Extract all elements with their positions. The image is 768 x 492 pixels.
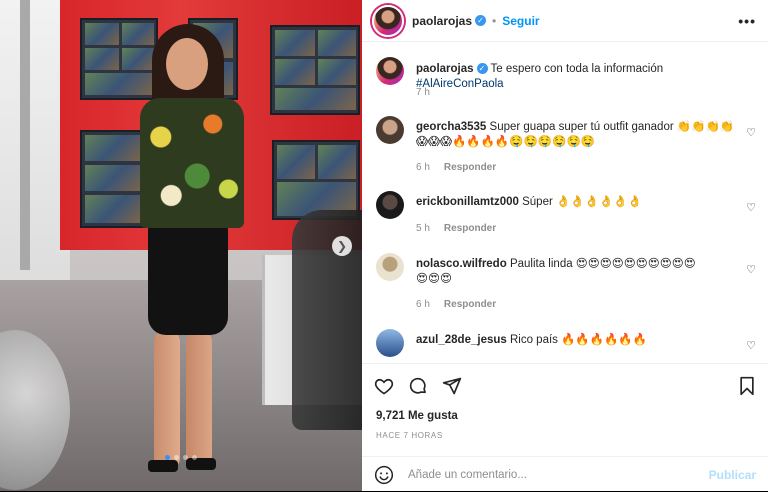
comment-row: nolasco.wilfredo Paulita linda 😍😍😍😍😍😍😍😍😍… [372, 253, 762, 315]
studio-column [20, 0, 30, 270]
comment-text-continued: 😍😍😍 [416, 273, 452, 285]
carousel-dots [0, 455, 362, 460]
author-avatar[interactable] [376, 57, 404, 85]
post-side-panel: paolarojas ✓ • Seguir ••• paolarojas ✓ Te… [362, 0, 768, 491]
reply-button[interactable]: Responder [444, 223, 496, 234]
carousel-dot [183, 455, 188, 460]
commenter-username[interactable]: georcha3535 [416, 121, 486, 133]
follow-button[interactable]: Seguir [502, 14, 539, 28]
comment-text: Súper 👌👌👌👌👌👌 [522, 196, 642, 208]
comment-like-heart-icon[interactable]: ♡ [746, 263, 756, 276]
smiley-icon[interactable] [374, 465, 394, 485]
commenter-username[interactable]: azul_28de_jesus [416, 334, 507, 346]
commenter-avatar[interactable] [376, 116, 404, 144]
comment-bubble-icon[interactable] [408, 376, 428, 396]
comment-like-heart-icon[interactable]: ♡ [746, 201, 756, 214]
heart-outline-icon[interactable] [374, 376, 394, 396]
commenter-username[interactable]: erickbonillamtz000 [416, 196, 519, 208]
carousel-dot [174, 455, 179, 460]
presenter-figure [130, 20, 250, 475]
publish-button[interactable]: Publicar [709, 468, 756, 482]
comment-time: 6 h [416, 162, 430, 173]
send-paper-plane-icon[interactable] [442, 376, 462, 396]
comment-time: 6 h [416, 299, 430, 310]
verified-badge-icon: ✓ [476, 63, 488, 75]
post-header: paolarojas ✓ • Seguir ••• [362, 0, 768, 42]
verified-badge-icon: ✓ [475, 15, 487, 26]
separator-dot: • [492, 13, 497, 28]
more-options-icon[interactable]: ••• [738, 13, 756, 29]
comment-composer: Publicar [362, 456, 768, 492]
caption-username[interactable]: paolarojas [416, 63, 474, 75]
author-avatar[interactable] [372, 4, 404, 37]
comment-time: 5 h [416, 223, 430, 234]
comment-text: Paulita linda 😍😍😍😍😍😍😍😍😍😍 [509, 258, 696, 270]
commenter-username[interactable]: nolasco.wilfredo [416, 258, 507, 270]
commenter-avatar[interactable] [376, 329, 404, 357]
chevron-right-icon: ❯ [336, 239, 348, 253]
post-actions: 9,721 Me gusta HACE 7 HORAS Publicar [362, 363, 768, 484]
comment-row: erickbonillamtz000 Súper 👌👌👌👌👌👌 5 h Resp… [372, 191, 762, 241]
comment-text: Super guapa super tú outfit ganador 👏👏👏👏 [489, 121, 735, 133]
comment-row: azul_28de_jesus Rico país 🔥🔥🔥🔥🔥🔥 ♡ [372, 329, 762, 363]
comment-text: Rico país 🔥🔥🔥🔥🔥🔥 [509, 334, 648, 346]
caption-row: paolarojas ✓ Te espero con toda la inform… [372, 57, 762, 107]
commenter-avatar[interactable] [376, 253, 404, 281]
studio-monitor [272, 140, 360, 220]
carousel-next-button[interactable]: ❯ [332, 236, 352, 256]
comment-row: georcha3535 Super guapa super tú outfit … [372, 116, 762, 178]
studio-monitor [270, 25, 360, 115]
comments-list[interactable]: paolarojas ✓ Te espero con toda la inform… [362, 43, 768, 363]
comment-text-continued: 😱😱😱🔥🔥🔥🔥🤤🤤🤤🤤🤤🤤 [416, 136, 596, 148]
instagram-post-modal: ❯ paolarojas ✓ • Seguir ••• paolarojas ✓ … [0, 0, 768, 491]
post-time-ago: HACE 7 HORAS [376, 431, 443, 440]
reply-button[interactable]: Responder [444, 162, 496, 173]
post-photo[interactable]: ❯ [0, 0, 362, 491]
caption-time: 7 h [416, 87, 430, 98]
carousel-dot [192, 455, 197, 460]
reply-button[interactable]: Responder [444, 299, 496, 310]
bookmark-icon[interactable] [738, 376, 756, 396]
likes-count[interactable]: 9,721 Me gusta [376, 410, 458, 422]
caption-text: Te espero con toda la información [490, 63, 664, 75]
carousel-dot [165, 455, 170, 460]
comment-input[interactable] [408, 468, 688, 481]
comment-like-heart-icon[interactable]: ♡ [746, 339, 756, 352]
commenter-avatar[interactable] [376, 191, 404, 219]
author-username[interactable]: paolarojas [412, 14, 472, 28]
comment-like-heart-icon[interactable]: ♡ [746, 126, 756, 139]
